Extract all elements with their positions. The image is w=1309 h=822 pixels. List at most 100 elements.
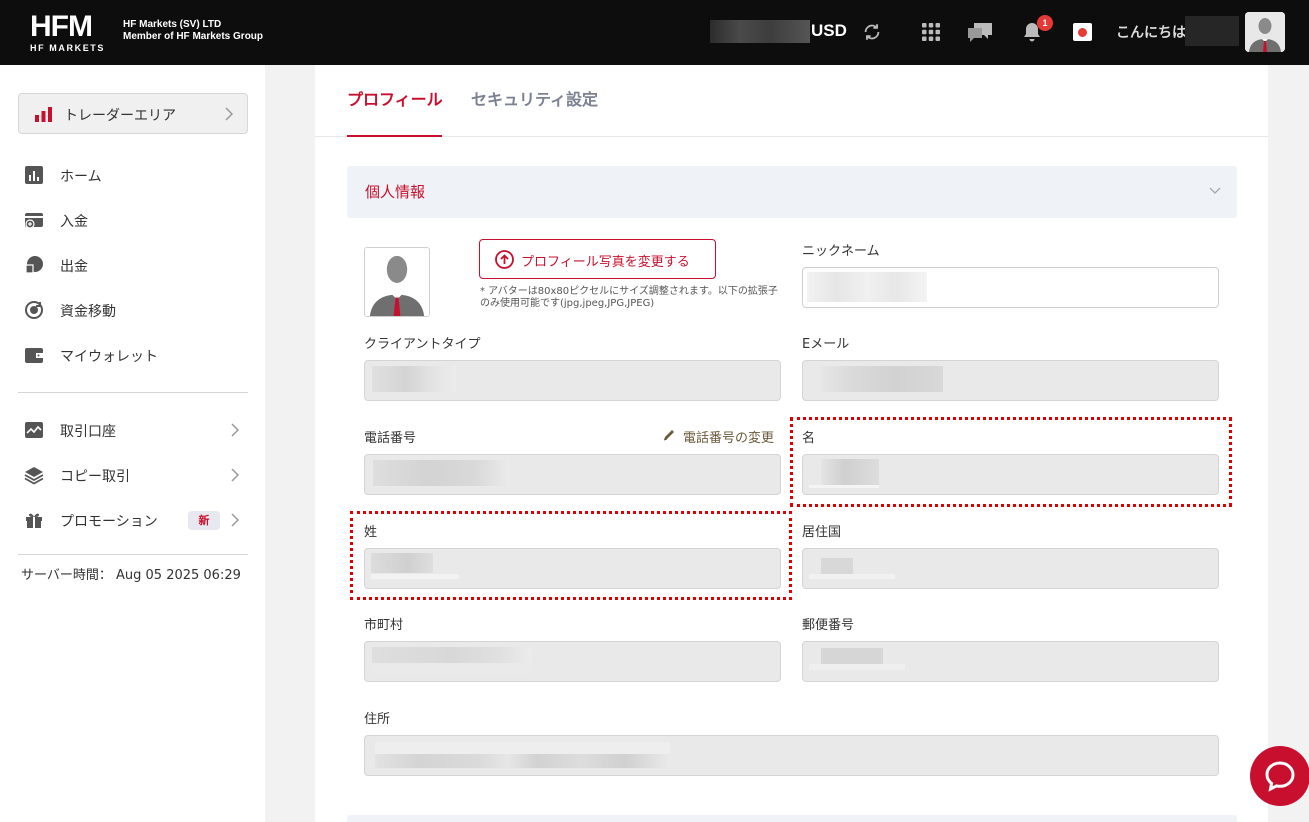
company-info: HF Markets (SV) LTD Member of HF Markets…: [123, 19, 263, 43]
live-chat-button[interactable]: [1250, 746, 1309, 806]
change-photo-button[interactable]: プロフィール写真を変更する: [479, 239, 716, 279]
currency-label: USD: [811, 21, 847, 40]
email-field: [802, 360, 1219, 401]
nickname-label: ニックネーム: [802, 244, 880, 259]
next-section-header[interactable]: [347, 815, 1237, 822]
company-name: HF Markets (SV) LTD: [123, 19, 222, 30]
tab-profile[interactable]: プロフィール: [347, 86, 443, 110]
chat-icon[interactable]: [966, 21, 994, 43]
notification-count-badge: 1: [1037, 15, 1053, 31]
personal-info-header[interactable]: 個人情報: [347, 166, 1237, 218]
chevron-right-icon: [225, 107, 233, 121]
profile-avatar: [364, 247, 430, 317]
apps-grid-icon[interactable]: [921, 22, 941, 42]
greeting-text: こんにちは: [1116, 25, 1186, 41]
server-time: サーバー時間： Aug 05 2025 06:29: [21, 568, 241, 583]
user-avatar-icon: [1245, 12, 1285, 52]
last-name-highlight: [350, 511, 792, 600]
city-field: [364, 641, 781, 682]
first-name-highlight: [790, 417, 1232, 507]
trading-account-icon: [25, 422, 43, 438]
sidebar-item-deposit[interactable]: 入金: [0, 200, 265, 240]
redacted-value: [821, 366, 943, 392]
transfer-icon: [25, 301, 43, 319]
sidebar-item-label: プロモーション: [60, 514, 158, 530]
balance-redacted: [710, 20, 810, 43]
profile-panel: プロフィール セキュリティ設定 個人情報 プロフィール写真を変更する * アバタ…: [315, 65, 1268, 822]
phone-label: 電話番号: [364, 431, 417, 446]
personal-info-title: 個人情報: [365, 183, 426, 201]
address-label: 住所: [364, 712, 391, 727]
sidebar-item-label: 入金: [60, 214, 88, 230]
company-group: Member of HF Markets Group: [123, 31, 264, 42]
sidebar-divider: [18, 554, 248, 555]
sidebar-item-label: コピー取引: [60, 469, 130, 485]
client-type-field: [364, 360, 781, 401]
redacted-value: [807, 272, 927, 302]
sidebar-item-promotion[interactable]: プロモーション 新: [0, 500, 265, 540]
hfm-logo[interactable]: HFM HF MARKETS: [30, 12, 114, 54]
chevron-right-icon: [231, 513, 239, 527]
sidebar-item-label: マイウォレット: [60, 349, 158, 365]
country-field: [802, 548, 1219, 589]
username-redacted: [1185, 16, 1239, 46]
email-label: Eメール: [802, 337, 850, 352]
redacted-value: [372, 647, 532, 663]
avatar[interactable]: [1245, 12, 1285, 52]
redacted-value: [373, 460, 510, 486]
sidebar-item-wallet[interactable]: マイウォレット: [0, 335, 265, 375]
redacted-value: [375, 742, 670, 754]
sidebar-item-trading-account[interactable]: 取引口座: [0, 410, 265, 450]
japan-flag-icon[interactable]: [1073, 23, 1092, 41]
gift-icon: [26, 513, 42, 528]
trader-area-label: トレーダーエリア: [64, 108, 176, 124]
upload-icon: [495, 250, 514, 269]
bar-chart-icon: [35, 107, 52, 122]
wallet-icon: [25, 348, 43, 363]
chart-icon: [25, 166, 43, 184]
logo-subtext: HF MARKETS: [30, 43, 105, 53]
chevron-right-icon: [231, 468, 239, 482]
sidebar-item-label: 取引口座: [60, 424, 116, 440]
sidebar-item-label: 資金移動: [60, 304, 116, 320]
redacted-value: [809, 664, 905, 670]
sidebar-divider: [18, 392, 248, 393]
chevron-right-icon: [231, 423, 239, 437]
redacted-value: [821, 648, 883, 664]
user-avatar-icon: [365, 248, 429, 316]
deposit-icon: [25, 213, 43, 229]
redacted-value: [372, 664, 532, 674]
new-badge: 新: [188, 511, 220, 530]
sidebar-item-transfer[interactable]: 資金移動: [0, 290, 265, 330]
sidebar-item-home[interactable]: ホーム: [0, 155, 265, 195]
layers-icon: [24, 467, 44, 485]
logo-text: HFM: [30, 10, 93, 43]
trader-area-button[interactable]: トレーダーエリア: [18, 93, 248, 134]
postal-code-label: 郵便番号: [802, 618, 855, 633]
country-label: 居住国: [802, 525, 842, 540]
top-header: HFM HF MARKETS HF Markets (SV) LTD Membe…: [0, 0, 1309, 65]
refresh-icon[interactable]: [861, 21, 883, 43]
avatar-note: * アバターは80x80ピクセルにサイズ調整されます。以下の拡張子のみ使用可能で…: [480, 286, 778, 309]
sidebar-item-copy-trading[interactable]: コピー取引: [0, 455, 265, 495]
address-field: [364, 735, 1219, 776]
tab-security[interactable]: セキュリティ設定: [471, 86, 598, 110]
phone-field: [364, 454, 781, 495]
redacted-value: [809, 574, 895, 579]
withdraw-icon: [25, 256, 43, 274]
sidebar-item-withdraw[interactable]: 出金: [0, 245, 265, 285]
chat-bubble-icon: [1265, 761, 1295, 792]
change-photo-label: プロフィール写真を変更する: [521, 255, 690, 270]
sidebar-item-label: 出金: [60, 259, 88, 275]
sidebar-item-label: ホーム: [60, 169, 102, 185]
redacted-value: [375, 754, 670, 768]
redacted-value: [821, 558, 853, 574]
redacted-value: [372, 366, 456, 392]
tab-bar: プロフィール セキュリティ設定: [315, 65, 1268, 137]
active-tab-indicator: [347, 135, 442, 137]
pencil-icon: [663, 430, 674, 441]
nickname-input[interactable]: [802, 267, 1219, 308]
chevron-down-icon: [1209, 187, 1221, 194]
city-label: 市町村: [364, 618, 404, 633]
change-phone-label: 電話番号の変更: [683, 431, 775, 446]
